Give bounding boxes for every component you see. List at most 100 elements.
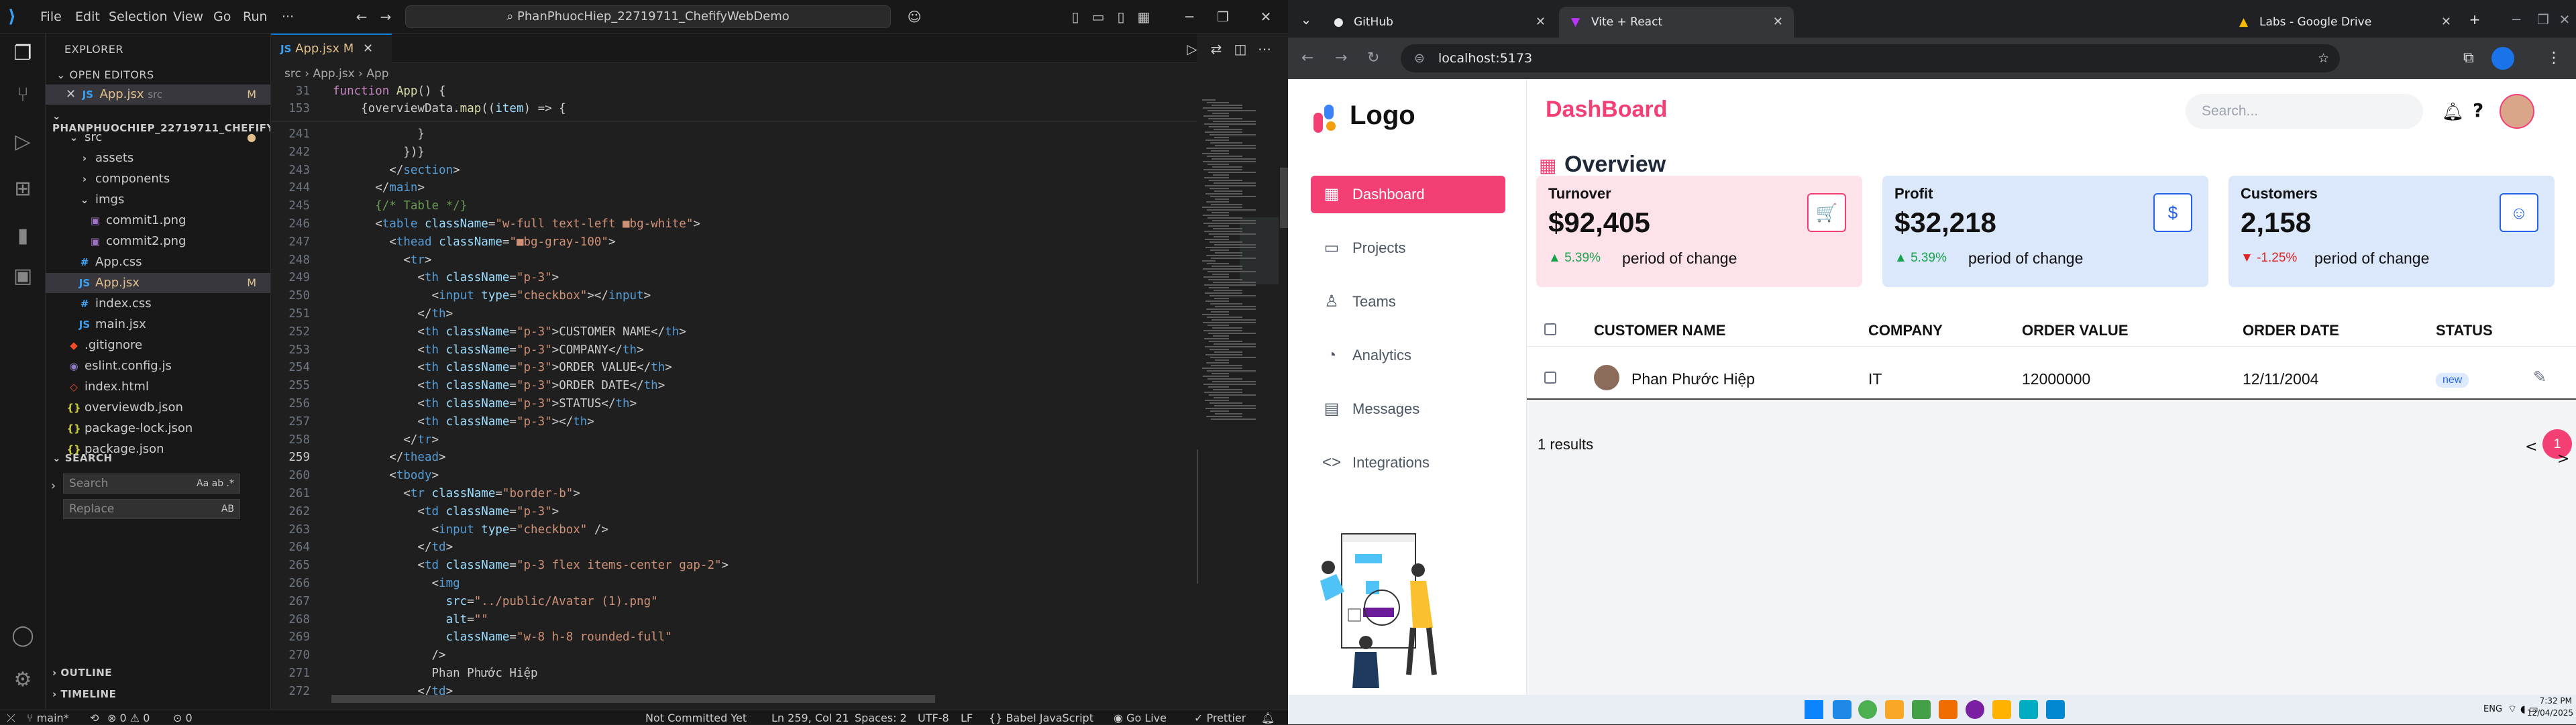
code-line[interactable]: {/* Table */}	[333, 199, 467, 213]
taskbar-vscode-icon[interactable]	[1833, 700, 1851, 719]
open-editors-header[interactable]: ⌄ OPEN EDITORS	[56, 68, 154, 81]
toggle-replace-icon[interactable]: ›	[51, 479, 56, 493]
nav-item-analytics[interactable]: ◔ Analytics	[1311, 337, 1505, 374]
code-line[interactable]: </td>	[333, 541, 453, 554]
code-line[interactable]: <th className="p-3">CUSTOMER NAME</th>	[333, 325, 686, 339]
code-line[interactable]: Phan Phước Hiệp	[333, 667, 538, 680]
taskbar-explorer-icon[interactable]	[1885, 700, 1904, 719]
menu-go[interactable]: Go	[213, 9, 231, 24]
prev-page-button[interactable]: <	[2525, 439, 2537, 455]
code-line[interactable]: <input type="checkbox"></input>	[333, 289, 651, 302]
breadcrumb-item[interactable]: App	[366, 67, 388, 80]
bookmarks-icon[interactable]: ▮	[8, 221, 38, 251]
account-icon[interactable]: ◯	[8, 621, 38, 651]
breadcrumb-item[interactable]: ›	[305, 67, 313, 80]
chrome-minimize-icon[interactable]: ─	[2508, 11, 2525, 28]
code-line[interactable]: function App() {	[333, 85, 446, 98]
forward-icon[interactable]: →	[1335, 50, 1347, 66]
code-line[interactable]: {overviewData.map((item) => {	[333, 102, 566, 115]
toggle-sidebar-icon[interactable]: ▯	[1067, 8, 1084, 25]
settings-gear-icon[interactable]: ⚙	[8, 665, 38, 695]
code-line[interactable]: <table className="w-full text-left ■bg-w…	[333, 217, 700, 231]
tree-item[interactable]: ⌄ src ●	[46, 127, 270, 148]
card-turnover-icon-button[interactable]: 🛒	[1807, 193, 1846, 232]
tree-item[interactable]: ▣ commit2.png	[46, 231, 270, 252]
toggle-panel-icon[interactable]: ▭	[1089, 8, 1107, 25]
menu-edit[interactable]: Edit	[75, 9, 100, 24]
code-line[interactable]: <tr className="border-b">	[333, 487, 580, 500]
code-line[interactable]: }	[333, 127, 425, 141]
taskbar-app-icon[interactable]	[2046, 700, 2065, 719]
notifications-icon[interactable]: 🔔︎	[1261, 712, 1275, 724]
nav-item-teams[interactable]: ♙ Teams	[1311, 283, 1505, 321]
taskbar-lang[interactable]: ENG	[2483, 704, 2502, 714]
column-header[interactable]: STATUS	[2436, 322, 2493, 339]
code-line[interactable]: src="../public/Avatar (1).png"	[333, 595, 658, 608]
reload-icon[interactable]: ↻	[1367, 50, 1379, 66]
preserve-case-icon[interactable]: AB	[221, 500, 234, 518]
taskbar-app-icon[interactable]	[2019, 700, 2038, 719]
git-blame[interactable]: Not Committed Yet	[645, 712, 747, 724]
vertical-scrollbar[interactable]	[1197, 449, 1198, 583]
tab-search-icon[interactable]: ⌄	[1297, 11, 1315, 28]
tab-close-icon[interactable]: ✕	[363, 42, 373, 56]
close-window-icon[interactable]: ✕	[1257, 8, 1275, 25]
tree-item[interactable]: # App.css	[46, 252, 270, 272]
search-input[interactable]: Search Aa ab .*	[63, 473, 240, 494]
ports-count[interactable]: ⊙ 0	[173, 712, 193, 724]
cursor-position[interactable]: Ln 259, Col 21	[771, 712, 849, 724]
taskbar-app-icon[interactable]	[1992, 700, 2011, 719]
tree-item[interactable]: ▣ commit1.png	[46, 211, 270, 231]
tree-item[interactable]: ◉ eslint.config.js	[46, 356, 270, 376]
row-checkbox[interactable]	[1544, 372, 1556, 384]
code-line[interactable]: </section>	[333, 164, 460, 177]
close-editor-icon[interactable]: ✕	[66, 87, 76, 101]
git-branch[interactable]: ⑂ main*	[27, 712, 69, 724]
code-line[interactable]: <th className="p-3">STATUS</th>	[333, 397, 637, 410]
run-debug-icon[interactable]: ▷	[8, 127, 38, 157]
split-editor-icon[interactable]: ◫	[1232, 40, 1249, 58]
code-line[interactable]: <tr>	[333, 254, 431, 267]
outline-header[interactable]: › OUTLINE	[52, 667, 112, 679]
open-editor-item[interactable]: ✕ JS App.jsx src M	[46, 85, 270, 105]
minimap[interactable]	[1199, 97, 1279, 714]
breadcrumb-item[interactable]: ›	[358, 67, 366, 80]
command-center[interactable]: ⌕ PhanPhuocHiep_22719711_ChefifyWebDemo	[405, 5, 891, 28]
bookmark-star-icon[interactable]: ☆	[2318, 44, 2329, 72]
breadcrumb-item[interactable]: src	[284, 67, 305, 80]
code-line[interactable]: <th className="p-3">ORDER VALUE</th>	[333, 361, 672, 374]
go-live[interactable]: ◉ Go Live	[1114, 712, 1167, 724]
card-customers-icon-button[interactable]: ☺	[2500, 193, 2538, 232]
tree-item[interactable]: # index.css	[46, 294, 270, 314]
tree-item[interactable]: ◆ .gitignore	[46, 335, 270, 355]
more-actions-icon[interactable]: ⋯	[1256, 40, 1273, 58]
help-icon[interactable]: ?	[2473, 99, 2483, 121]
code-line[interactable]: })}	[333, 146, 425, 159]
tab-close-icon[interactable]: ✕	[1536, 7, 1546, 38]
layout-icon[interactable]: ▦	[1135, 8, 1152, 25]
run-file-icon[interactable]: ▷	[1183, 40, 1201, 58]
code-line[interactable]: <img	[333, 577, 460, 590]
timeline-header[interactable]: › TIMELINE	[52, 688, 116, 700]
start-icon[interactable]	[1805, 700, 1823, 719]
column-header[interactable]: COMPANY	[1868, 322, 1943, 339]
taskbar-app-icon[interactable]	[1912, 700, 1931, 719]
source-control-icon[interactable]: ⑂	[8, 80, 38, 110]
nav-item-integrations[interactable]: <> Integrations	[1311, 444, 1505, 482]
menu-file[interactable]: File	[40, 9, 62, 24]
tab-app-jsx[interactable]: JS App.jsx M ✕	[271, 34, 392, 63]
code-line[interactable]: />	[333, 649, 446, 662]
chrome-close-icon[interactable]: ✕	[2556, 11, 2573, 28]
menu-view[interactable]: View	[173, 9, 203, 24]
profile-avatar[interactable]	[2491, 47, 2514, 70]
tree-item[interactable]: › assets	[46, 148, 270, 168]
replace-input[interactable]: Replace AB	[63, 499, 240, 519]
tab-close-icon[interactable]: ✕	[2441, 7, 2451, 38]
site-info-icon[interactable]: ⊜	[1414, 44, 1425, 72]
taskbar-app-icon[interactable]	[1939, 700, 1957, 719]
code-line[interactable]: <input type="checkbox" />	[333, 523, 608, 537]
tree-item[interactable]: ⌄ imgs	[46, 190, 270, 210]
prettier[interactable]: ✓ Prettier	[1194, 712, 1246, 724]
copilot-icon[interactable]: ☺	[906, 8, 923, 25]
code-line[interactable]: </main>	[333, 181, 425, 194]
